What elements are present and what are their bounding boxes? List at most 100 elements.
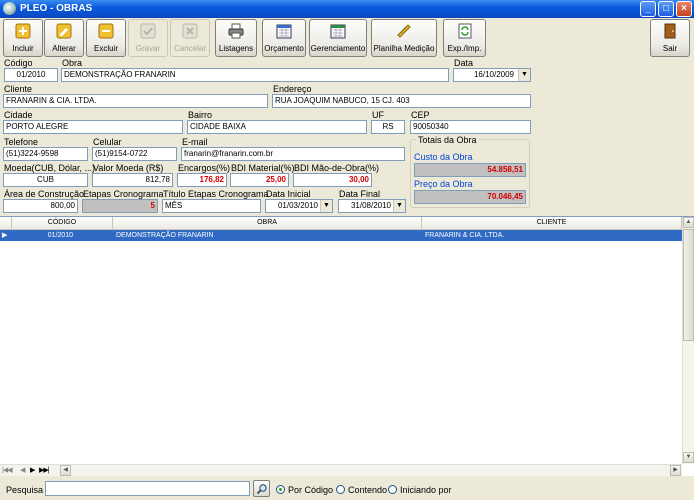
cell-codigo: 01/2010 [47,232,73,239]
calendar-icon [276,24,292,39]
data-final-label: Data Final [339,189,381,199]
endereco-label: Endereço [273,84,312,94]
vertical-scrollbar[interactable]: ▲ ▼ [682,217,694,464]
row-indicator-icon: ▶ [2,232,8,239]
etapas-field[interactable]: 5 [82,199,158,213]
horizontal-scrollbar[interactable]: |◀◀ ◀ ▶ ▶▶| ◀ ▶ [0,464,682,476]
bdi-mao-obra-field[interactable]: 30,00 [293,173,372,187]
telefone-field[interactable]: (51)3224-9598 [3,147,88,161]
minimize-button[interactable]: _ [640,1,656,17]
bdi-mao-obra-label: BDI Mão-de-Obra(%) [294,163,380,173]
scroll-left-icon[interactable]: ◀ [60,465,71,476]
gerenciamento-button[interactable]: Gerenciamento [309,19,367,57]
scroll-right-icon[interactable]: ▶ [670,465,681,476]
cancelar-button[interactable]: Cancelar [170,19,210,57]
valor-moeda-field[interactable]: 812,78 [92,173,173,187]
nav-last-icon[interactable]: ▶▶| [39,466,50,474]
exp-imp-label: Exp./Imp. [447,44,482,53]
cancel-icon [182,23,198,39]
column-header-cliente[interactable]: CLIENTE [422,217,682,230]
alterar-label: Alterar [52,44,76,53]
close-button[interactable]: × [676,1,692,17]
uf-field[interactable]: RS [371,120,405,134]
custo-field: 54.858,51 [414,163,526,177]
celular-field[interactable]: (51)9154-0722 [92,147,177,161]
cep-label: CEP [411,110,430,120]
nav-next-icon[interactable]: ▶ [30,466,35,474]
bairro-field[interactable]: CIDADE BAIXA [187,120,367,134]
search-icon [256,484,267,495]
search-button[interactable] [253,480,270,497]
data-final-value: 31/08/2010 [350,201,391,210]
chevron-down-icon[interactable]: ▼ [518,69,530,81]
bdi-material-field[interactable]: 25,00 [230,173,289,187]
radio-contendo[interactable] [336,485,345,494]
scroll-thumb[interactable] [683,229,694,341]
maximize-button[interactable]: □ [658,1,674,17]
email-field[interactable]: franarin@franarin.com.br [181,147,405,161]
endereco-field[interactable]: RUA JOAQUIM NABUCO, 15 CJ. 403 [272,94,531,108]
planilha-medicao-button[interactable]: Planilha Medição [371,19,437,57]
nav-prev-icon[interactable]: ◀ [20,466,25,474]
exp-imp-button[interactable]: Exp./Imp. [443,19,486,57]
spreadsheet-icon [330,24,346,39]
moeda-label: Moeda(CUB, Dólar, ...) [4,163,96,173]
area-field[interactable]: 800,00 [3,199,78,213]
cliente-field[interactable]: FRANARIN & CIA. LTDA. [3,94,268,108]
pesquisa-label: Pesquisa [6,485,44,495]
telefone-label: Telefone [4,137,39,147]
listagens-button[interactable]: Listagens [215,19,257,57]
obras-grid[interactable]: CÓDIGO OBRA CLIENTE ▶ 01/2010 DEMONSTRAÇ… [0,216,694,476]
bdi-material-label: BDI Material(%) [231,163,295,173]
chevron-down-icon[interactable]: ▼ [393,200,405,212]
moeda-field[interactable]: CUB [3,173,88,187]
cep-field[interactable]: 90050340 [410,120,531,134]
data-inicial-field[interactable]: 01/03/2010 ▼ [265,199,333,213]
encargos-label: Encargos(%) [178,163,231,173]
bairro-label: Bairro [188,110,213,120]
column-header-codigo[interactable]: CÓDIGO [12,217,113,230]
totals-title: Totais da Obra [416,135,479,145]
sair-label: Sair [662,44,678,53]
cancelar-label: Cancelar [173,44,206,53]
radio-contendo-label[interactable]: Contendo [348,485,387,495]
orcamento-button[interactable]: Orçamento [262,19,306,57]
radio-por-codigo-label[interactable]: Por Código [288,485,333,495]
data-inicial-label: Data Inicial [266,189,311,199]
cell-cliente: FRANARIN & CIA. LTDA. [425,232,505,239]
titulo-etapas-field[interactable]: MÊS [162,199,261,213]
cidade-field[interactable]: PORTO ALEGRE [3,120,183,134]
app-icon [3,2,16,15]
column-header-obra[interactable]: OBRA [113,217,422,230]
delete-icon [98,23,114,39]
totals-group: Totais da Obra Custo da Obra 54.858,51 P… [410,135,530,208]
encargos-field[interactable]: 176,82 [177,173,227,187]
sair-button[interactable]: Sair [650,19,690,57]
codigo-field[interactable]: 01/2010 [4,68,58,82]
email-label: E-mail [182,137,208,147]
nav-first-icon[interactable]: |◀◀ [2,466,13,474]
radio-iniciando-por-label[interactable]: Iniciando por [400,485,452,495]
search-input[interactable] [45,481,250,496]
gravar-button[interactable]: Gravar [128,19,168,57]
radio-por-codigo[interactable] [276,485,285,494]
data-field[interactable]: 16/10/2009 ▼ [453,68,531,82]
scroll-down-icon[interactable]: ▼ [683,452,694,463]
alterar-button[interactable]: Alterar [44,19,84,57]
radio-iniciando-por[interactable] [388,485,397,494]
incluir-button[interactable]: Incluir [3,19,43,57]
gerenciamento-label: Gerenciamento [310,44,366,53]
preco-label: Preço da Obra [414,179,473,189]
chevron-down-icon[interactable]: ▼ [320,200,332,212]
data-final-field[interactable]: 31/08/2010 ▼ [338,199,406,213]
ruler-icon [397,24,411,38]
excluir-button[interactable]: Excluir [86,19,126,57]
codigo-label: Código [4,58,33,68]
gravar-label: Gravar [135,44,161,53]
table-row[interactable]: ▶ 01/2010 DEMONSTRAÇÃO FRANARIN FRANARIN… [0,230,682,241]
titulo-etapas-label: Título Etapas Cronograma [163,189,269,199]
scroll-up-icon[interactable]: ▲ [683,217,694,228]
data-inicial-value: 01/03/2010 [277,201,318,210]
celular-label: Celular [93,137,122,147]
obra-field[interactable]: DEMONSTRAÇÃO FRANARIN [61,68,449,82]
